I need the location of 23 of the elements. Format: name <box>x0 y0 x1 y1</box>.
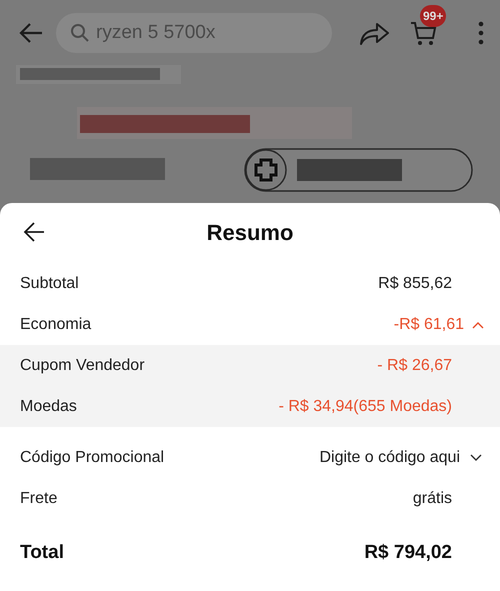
cart-button[interactable]: 99+ <box>410 4 452 46</box>
search-field[interactable]: ryzen 5 5700x <box>56 12 332 52</box>
row-value: - R$ 26,67 <box>377 356 452 374</box>
row-label: Moedas <box>20 398 77 416</box>
row-value: grátis <box>412 490 452 508</box>
cart-badge: 99+ <box>420 4 446 26</box>
row-label: Código Promocional <box>20 448 164 466</box>
sheet-title: Resumo <box>206 220 294 246</box>
row-label: Subtotal <box>20 274 79 292</box>
row-label: Cupom Vendedor <box>20 356 145 374</box>
savings-toggle[interactable]: -R$ 61,61 <box>394 316 484 334</box>
search-icon <box>70 22 90 42</box>
total-value: R$ 794,02 <box>364 542 452 564</box>
row-label: Frete <box>20 490 58 508</box>
more-icon[interactable] <box>478 20 484 44</box>
promo-code-dropdown[interactable]: Digite o código aqui <box>319 448 482 466</box>
chevron-down-icon[interactable] <box>470 454 482 462</box>
total-label: Total <box>20 542 64 564</box>
row-value: - R$ 34,94(655 Moedas) <box>278 398 452 416</box>
back-icon[interactable] <box>22 221 46 243</box>
row-value: R$ 855,62 <box>378 274 452 292</box>
chevron-up-icon[interactable] <box>472 320 484 328</box>
row-label: Economia <box>20 316 92 334</box>
